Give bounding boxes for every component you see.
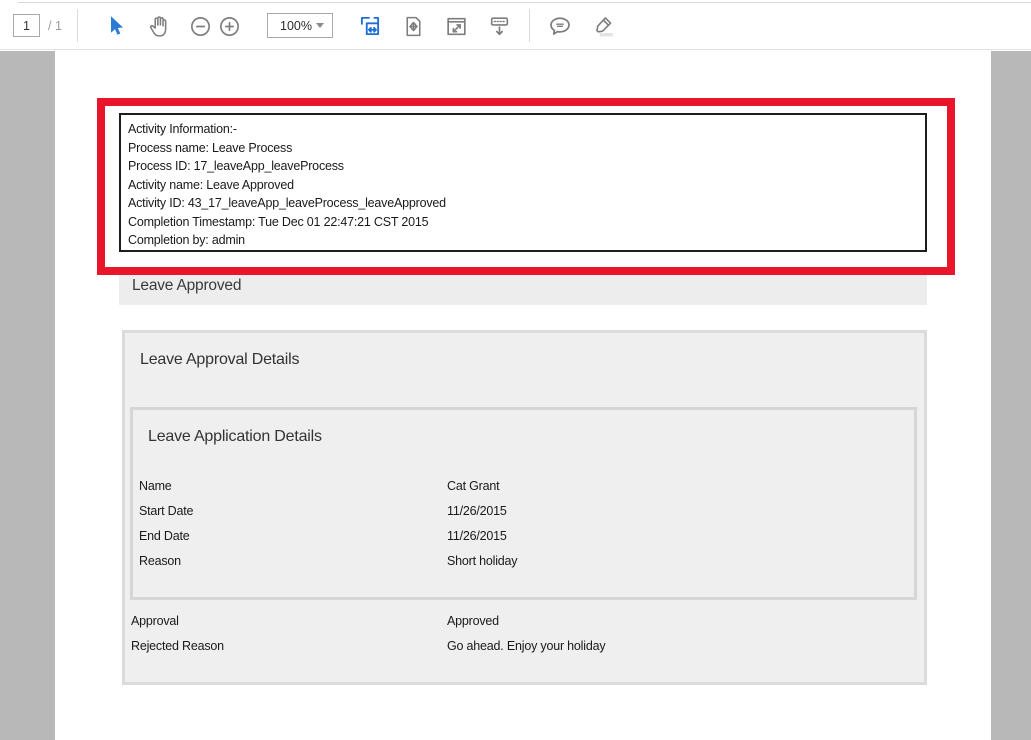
window-top-divider (18, 2, 1031, 4)
field-label: Start Date (139, 499, 193, 524)
dock-toolbar-icon[interactable] (484, 11, 514, 41)
field-label: End Date (139, 524, 190, 549)
approval-panel-title: Leave Approval Details (140, 351, 299, 369)
zoom-out-icon[interactable] (185, 11, 215, 41)
document-canvas: Activity Information:- Process name: Lea… (0, 51, 1031, 740)
field-value: Approved (447, 609, 499, 634)
pdf-page: Activity Information:- Process name: Lea… (55, 51, 991, 740)
fit-width-icon[interactable] (355, 11, 385, 41)
toolbar-separator (77, 9, 78, 42)
field-row: Rejected Reason Go ahead. Enjoy your hol… (55, 634, 991, 659)
section-header-band: Leave Approved (119, 268, 927, 305)
chevron-down-icon (316, 23, 324, 28)
select-cursor-icon[interactable] (101, 11, 131, 41)
activity-info-line: Process name: Leave Process (128, 139, 918, 158)
field-value: Cat Grant (447, 474, 499, 499)
field-row: Reason Short holiday (55, 549, 991, 574)
fit-page-icon[interactable] (398, 11, 428, 41)
activity-information-box: Activity Information:- Process name: Lea… (119, 113, 927, 252)
highlighter-icon[interactable] (588, 11, 618, 41)
comment-icon[interactable] (545, 11, 575, 41)
field-label: Name (139, 474, 172, 499)
field-value: 11/26/2015 (447, 524, 507, 549)
page-number-input[interactable] (13, 14, 40, 37)
field-label: Reason (139, 549, 181, 574)
field-label: Approval (131, 609, 179, 634)
field-row: Name Cat Grant (55, 474, 991, 499)
fullscreen-icon[interactable] (441, 11, 471, 41)
field-row: End Date 11/26/2015 (55, 524, 991, 549)
activity-info-line: Activity ID: 43_17_leaveApp_leaveProcess… (128, 194, 918, 213)
field-label: Rejected Reason (131, 634, 224, 659)
hand-pan-icon[interactable] (144, 11, 174, 41)
toolbar-separator (529, 9, 530, 42)
application-panel-title: Leave Application Details (148, 428, 322, 446)
zoom-in-icon[interactable] (214, 11, 244, 41)
field-row: Start Date 11/26/2015 (55, 499, 991, 524)
zoom-level-select[interactable]: 100% (267, 13, 333, 38)
section-header: Leave Approved (132, 277, 241, 295)
activity-info-line: Process ID: 17_leaveApp_leaveProcess (128, 157, 918, 176)
activity-info-line: Activity Information:- (128, 120, 918, 139)
activity-info-line: Completion by: admin (128, 231, 918, 250)
activity-info-line: Activity name: Leave Approved (128, 176, 918, 195)
field-value: Go ahead. Enjoy your holiday (447, 634, 605, 659)
field-value: 11/26/2015 (447, 499, 507, 524)
zoom-level-value: 100% (280, 19, 312, 33)
field-row: Approval Approved (55, 609, 991, 634)
activity-info-line: Completion Timestamp: Tue Dec 01 22:47:2… (128, 213, 918, 232)
page-count-label: / 1 (48, 19, 62, 33)
field-value: Short holiday (447, 549, 517, 574)
pdf-viewer-toolbar: / 1 100% (0, 0, 1031, 50)
